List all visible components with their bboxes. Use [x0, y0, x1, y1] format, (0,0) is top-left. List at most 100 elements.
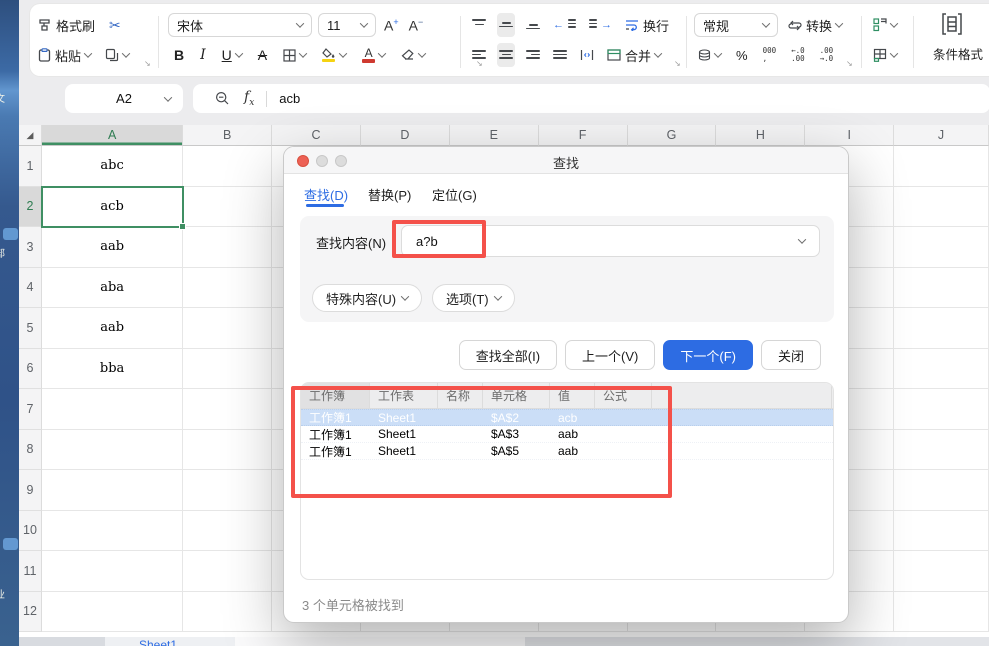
increase-indent-button[interactable]: → — [587, 13, 614, 37]
tab-replace[interactable]: 替换(P) — [368, 185, 411, 204]
font-color-button[interactable]: A — [360, 43, 387, 67]
fill-handle[interactable] — [179, 223, 186, 230]
row-header-11[interactable]: 11 — [19, 551, 42, 592]
grid-cell-J7[interactable] — [894, 389, 989, 430]
sheet-tab-bar[interactable]: Sheet1 — [19, 637, 989, 646]
grid-cell-B2[interactable] — [183, 187, 272, 228]
grid-cell-A4[interactable]: aba — [42, 268, 183, 309]
grid-cell-A11[interactable] — [42, 551, 183, 592]
row-header-8[interactable]: 8 — [19, 430, 42, 471]
paste-button[interactable]: 粘贴 — [36, 43, 93, 67]
find-all-button[interactable]: 查找全部(I) — [459, 340, 557, 370]
align-top-button[interactable] — [470, 13, 488, 37]
formula-input[interactable]: acb — [279, 91, 300, 106]
align-center-button[interactable] — [497, 43, 515, 67]
decrease-indent-button[interactable]: ← — [551, 13, 578, 37]
borders-button[interactable] — [281, 43, 308, 67]
grid-cell-B8[interactable] — [183, 430, 272, 471]
align-left-button[interactable] — [470, 43, 488, 67]
grid-cell-B1[interactable] — [183, 146, 272, 187]
grid-cell-J2[interactable] — [894, 187, 989, 228]
font-size-select[interactable]: 11 — [318, 13, 376, 37]
grid-cell-J3[interactable] — [894, 227, 989, 268]
grid-cell-B12[interactable] — [183, 592, 272, 633]
dialog-titlebar[interactable]: 查找 — [284, 147, 848, 174]
row-header-2[interactable]: 2 — [19, 187, 42, 228]
align-middle-button[interactable] — [497, 13, 515, 37]
select-all-corner[interactable]: ◢ — [19, 125, 42, 146]
dialog-launcher-icon[interactable]: ↘ — [846, 59, 853, 68]
convert-button[interactable]: 转换 — [786, 13, 844, 37]
grid-cell-B5[interactable] — [183, 308, 272, 349]
grid-cell-J5[interactable] — [894, 308, 989, 349]
tab-goto[interactable]: 定位(G) — [432, 185, 477, 204]
decrease-decimal-button[interactable]: ←.0.00 — [789, 43, 807, 67]
grid-cell-A7[interactable] — [42, 389, 183, 430]
grid-cell-J11[interactable] — [894, 551, 989, 592]
row-header-1[interactable]: 1 — [19, 146, 42, 187]
merge-cells-button[interactable]: 合并 — [605, 43, 663, 67]
grid-cell-B11[interactable] — [183, 551, 272, 592]
rows-columns-button[interactable] — [871, 43, 899, 67]
decrease-font-button[interactable]: A− — [407, 13, 426, 37]
grid-cell-A6[interactable]: bba — [42, 349, 183, 390]
grid-cell-A8[interactable] — [42, 430, 183, 471]
sheet-tab-active[interactable]: Sheet1 — [105, 637, 235, 646]
grid-cell-J6[interactable] — [894, 349, 989, 390]
grid-cell-J4[interactable] — [894, 268, 989, 309]
grid-cell-B3[interactable] — [183, 227, 272, 268]
grid-cell-J8[interactable] — [894, 430, 989, 471]
grid-cell-J1[interactable] — [894, 146, 989, 187]
close-button[interactable]: 关闭 — [761, 340, 821, 370]
column-header-A[interactable]: A — [42, 125, 183, 146]
cut-button[interactable]: ✂ — [107, 13, 123, 37]
row-header-7[interactable]: 7 — [19, 389, 42, 430]
row-header-3[interactable]: 3 — [19, 227, 42, 268]
row-header-10[interactable]: 10 — [19, 511, 42, 552]
format-painter-button[interactable]: 格式刷 — [36, 13, 97, 37]
strikethrough-button[interactable]: A — [256, 43, 269, 67]
percent-button[interactable]: % — [734, 43, 750, 67]
increase-decimal-button[interactable]: .00→.0 — [818, 43, 836, 67]
column-header-C[interactable]: C — [272, 125, 361, 146]
copy-button[interactable] — [103, 43, 131, 67]
row-header-6[interactable]: 6 — [19, 349, 42, 390]
tab-find[interactable]: 查找(D) — [304, 185, 348, 204]
active-cell-selection[interactable] — [41, 186, 184, 228]
grid-cell-B4[interactable] — [183, 268, 272, 309]
find-previous-button[interactable]: 上一个(V) — [565, 340, 655, 370]
find-next-button[interactable]: 下一个(F) — [663, 340, 753, 370]
underline-button[interactable]: U — [220, 43, 244, 67]
bold-button[interactable]: B — [172, 43, 186, 67]
font-family-select[interactable]: 宋体 — [168, 13, 312, 37]
fx-icon[interactable]: fx — [244, 89, 254, 108]
grid-cell-A12[interactable] — [42, 592, 183, 633]
italic-button[interactable]: I — [198, 43, 208, 67]
grid-cell-A10[interactable] — [42, 511, 183, 552]
column-header-G[interactable]: G — [628, 125, 717, 146]
grid-cell-J12[interactable] — [894, 592, 989, 633]
grid-cell-A5[interactable]: aab — [42, 308, 183, 349]
grid-cell-J9[interactable] — [894, 470, 989, 511]
grid-cell-B9[interactable] — [183, 470, 272, 511]
clear-format-button[interactable] — [399, 43, 427, 67]
insert-cells-button[interactable] — [871, 13, 899, 37]
row-header-12[interactable]: 12 — [19, 592, 42, 633]
special-content-button[interactable]: 特殊内容(U) — [312, 284, 422, 312]
formula-bar[interactable]: fx acb — [193, 84, 989, 113]
zoom-out-icon[interactable] — [215, 91, 230, 106]
grid-cell-J10[interactable] — [894, 511, 989, 552]
row-header-5[interactable]: 5 — [19, 308, 42, 349]
column-header-H[interactable]: H — [716, 125, 805, 146]
dialog-launcher-icon[interactable]: ↘ — [144, 59, 151, 68]
text-spacing-button[interactable] — [578, 43, 596, 67]
conditional-format-button[interactable] — [937, 12, 967, 36]
name-box[interactable]: A2 — [65, 84, 183, 113]
column-header-I[interactable]: I — [805, 125, 894, 146]
row-header-9[interactable]: 9 — [19, 470, 42, 511]
column-header-E[interactable]: E — [450, 125, 539, 146]
justify-button[interactable] — [551, 43, 569, 67]
conditional-format-label[interactable]: 条件格式 — [923, 44, 989, 63]
column-header-F[interactable]: F — [539, 125, 628, 146]
align-bottom-button[interactable] — [524, 13, 542, 37]
